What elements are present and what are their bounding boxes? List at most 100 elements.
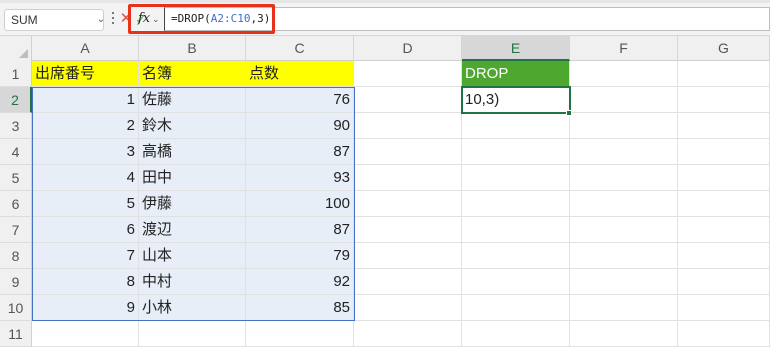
cell-g7[interactable] [678, 217, 770, 243]
row-header[interactable]: 5 [0, 165, 32, 191]
cell-e11[interactable] [462, 321, 570, 347]
cell-b4[interactable]: 高橋 [139, 139, 246, 165]
cell-b7[interactable]: 渡辺 [139, 217, 246, 243]
cell-c10[interactable]: 85 [246, 295, 354, 321]
cell-b9[interactable]: 中村 [139, 269, 246, 295]
column-header-c[interactable]: C [246, 36, 354, 61]
cell-d11[interactable] [354, 321, 462, 347]
cell-g3[interactable] [678, 113, 770, 139]
cell-f11[interactable] [570, 321, 678, 347]
cell-b6[interactable]: 伊藤 [139, 191, 246, 217]
cell-f4[interactable] [570, 139, 678, 165]
cell-c4[interactable]: 87 [246, 139, 354, 165]
cell-f2[interactable] [570, 87, 678, 113]
cell-c2[interactable]: 76 [246, 87, 354, 113]
cell-d1[interactable] [354, 61, 462, 87]
cell-c1[interactable]: 点数 [246, 61, 354, 87]
cell-d9[interactable] [354, 269, 462, 295]
cell-d10[interactable] [354, 295, 462, 321]
column-header-d[interactable]: D [354, 36, 462, 61]
cell-f6[interactable] [570, 191, 678, 217]
cell-e7[interactable] [462, 217, 570, 243]
cell-d7[interactable] [354, 217, 462, 243]
cell-a5[interactable]: 4 [32, 165, 139, 191]
cell-d8[interactable] [354, 243, 462, 269]
select-all-button[interactable] [0, 36, 32, 61]
cell-a4[interactable]: 3 [32, 139, 139, 165]
cell-a8[interactable]: 7 [32, 243, 139, 269]
cell-e9[interactable] [462, 269, 570, 295]
cell-c6[interactable]: 100 [246, 191, 354, 217]
cell-c3[interactable]: 90 [246, 113, 354, 139]
fill-handle[interactable] [566, 110, 572, 116]
cell-g9[interactable] [678, 269, 770, 295]
cell-g4[interactable] [678, 139, 770, 165]
cell-c9[interactable]: 92 [246, 269, 354, 295]
cell-b8[interactable]: 山本 [139, 243, 246, 269]
cell-d6[interactable] [354, 191, 462, 217]
cell-d3[interactable] [354, 113, 462, 139]
cell-d4[interactable] [354, 139, 462, 165]
column-header-e[interactable]: E [462, 36, 570, 61]
worksheet-grid[interactable]: A B C D E F G 1 出席番号 名簿 点数 DROP 2 1 佐藤 7… [0, 36, 770, 355]
row-header[interactable]: 8 [0, 243, 32, 269]
cell-c5[interactable]: 93 [246, 165, 354, 191]
cell-b2[interactable]: 佐藤 [139, 87, 246, 113]
cell-g6[interactable] [678, 191, 770, 217]
column-header-f[interactable]: F [570, 36, 678, 61]
cell-g10[interactable] [678, 295, 770, 321]
row-header[interactable]: 7 [0, 217, 32, 243]
cell-d5[interactable] [354, 165, 462, 191]
cell-b3[interactable]: 鈴木 [139, 113, 246, 139]
cell-c7[interactable]: 87 [246, 217, 354, 243]
row-header[interactable]: 9 [0, 269, 32, 295]
cell-f9[interactable] [570, 269, 678, 295]
row-header[interactable]: 3 [0, 113, 32, 139]
cell-a9[interactable]: 8 [32, 269, 139, 295]
cell-a6[interactable]: 5 [32, 191, 139, 217]
cell-f10[interactable] [570, 295, 678, 321]
cell-f7[interactable] [570, 217, 678, 243]
cell-c11[interactable] [246, 321, 354, 347]
cell-c8[interactable]: 79 [246, 243, 354, 269]
row-header[interactable]: 2 [0, 87, 32, 113]
cell-e3[interactable] [462, 113, 570, 139]
cell-e4[interactable] [462, 139, 570, 165]
cell-e2[interactable]: 10,3) [462, 87, 570, 113]
cell-f8[interactable] [570, 243, 678, 269]
cell-f1[interactable] [570, 61, 678, 87]
cell-b1[interactable]: 名簿 [139, 61, 246, 87]
cell-e10[interactable] [462, 295, 570, 321]
cell-a7[interactable]: 6 [32, 217, 139, 243]
cell-g11[interactable] [678, 321, 770, 347]
cell-g1[interactable] [678, 61, 770, 87]
cell-b10[interactable]: 小林 [139, 295, 246, 321]
cell-a11[interactable] [32, 321, 139, 347]
cell-g8[interactable] [678, 243, 770, 269]
cell-e1[interactable]: DROP [462, 61, 570, 87]
row-header[interactable]: 11 [0, 321, 32, 347]
cell-d2[interactable] [354, 87, 462, 113]
cell-a3[interactable]: 2 [32, 113, 139, 139]
column-header-a[interactable]: A [32, 36, 139, 61]
cell-f5[interactable] [570, 165, 678, 191]
column-header-g[interactable]: G [678, 36, 770, 61]
row-header[interactable]: 1 [0, 61, 32, 87]
cell-b11[interactable] [139, 321, 246, 347]
cell-b5[interactable]: 田中 [139, 165, 246, 191]
cell-e8[interactable] [462, 243, 570, 269]
cell-f3[interactable] [570, 113, 678, 139]
name-box[interactable]: SUM [4, 9, 104, 31]
cell-e5[interactable] [462, 165, 570, 191]
row-header[interactable]: 6 [0, 191, 32, 217]
name-box-dropdown-icon[interactable]: ⌄ [94, 9, 108, 31]
cell-a2[interactable]: 1 [32, 87, 139, 113]
cell-e6[interactable] [462, 191, 570, 217]
more-options-icon[interactable] [111, 12, 115, 26]
row-header[interactable]: 10 [0, 295, 32, 321]
cell-a1[interactable]: 出席番号 [32, 61, 139, 87]
column-header-b[interactable]: B [139, 36, 246, 61]
cell-g5[interactable] [678, 165, 770, 191]
row-header[interactable]: 4 [0, 139, 32, 165]
cell-a10[interactable]: 9 [32, 295, 139, 321]
